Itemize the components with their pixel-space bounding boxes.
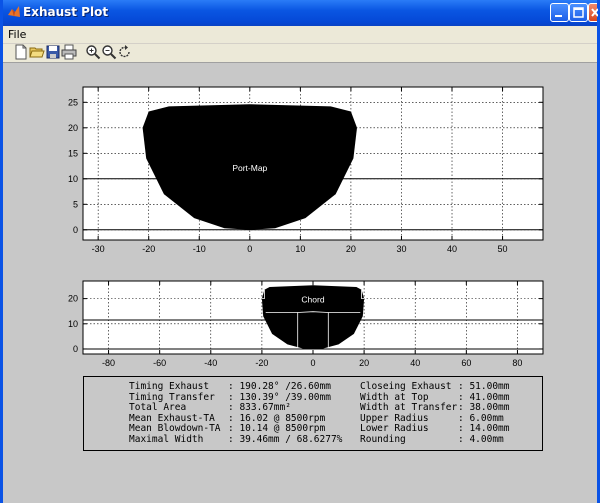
- title-bar[interactable]: Exhaust Plot: [3, 0, 599, 26]
- plots-canvas: Port-Map -30 -20 -10 0 10 20 30 40 50 0 5 10 15 20 25 Ch…: [68, 86, 544, 368]
- y-tick-label: 0: [73, 344, 78, 354]
- info-value: : 51.00mm: [458, 381, 510, 392]
- info-left-labels: Timing Exhaust Timing Transfer Total Are…: [129, 381, 221, 446]
- x-tick-label: 20: [346, 244, 356, 254]
- app-window: Exhaust Plot File Port-Map -30 -20 -10 0 10 20…: [0, 0, 600, 503]
- info-right-labels: Closeing Exhaust Width at Top Width at T…: [360, 381, 457, 446]
- x-tick-label: 40: [447, 244, 457, 254]
- x-tick-label: 20: [359, 358, 369, 368]
- x-tick-label: 0: [247, 244, 252, 254]
- maximize-button[interactable]: [569, 3, 588, 22]
- info-right-values: : 51.00mm : 41.00mm : 38.00mm : 6.00mm :…: [458, 381, 510, 446]
- info-label: Timing Exhaust: [129, 381, 210, 392]
- y-tick-label: 20: [68, 123, 78, 133]
- y-tick-label: 15: [68, 148, 78, 158]
- info-value: : 39.46mm / 68.6277%: [228, 433, 343, 445]
- x-tick-label: -80: [102, 358, 115, 368]
- x-tick-label: 80: [512, 358, 522, 368]
- info-label: Rounding: [360, 433, 406, 445]
- window-title: Exhaust Plot: [23, 5, 109, 19]
- zoom-out-icon[interactable]: [101, 44, 117, 60]
- chord-label: Chord: [301, 294, 324, 304]
- x-tick-label: 60: [461, 358, 471, 368]
- x-tick-label: -20: [255, 358, 268, 368]
- info-value: : 190.28° /26.60mm: [228, 381, 331, 392]
- y-tick-label: 10: [68, 174, 78, 184]
- x-tick-label: 10: [295, 244, 305, 254]
- minimize-icon: [555, 15, 562, 17]
- x-tick-label: -10: [193, 244, 206, 254]
- toolbar: [3, 44, 597, 63]
- y-tick-label: 10: [68, 319, 78, 329]
- y-tick-label: 25: [68, 97, 78, 107]
- x-tick-label: 0: [310, 358, 315, 368]
- info-panel: Timing Exhaust Timing Transfer Total Are…: [83, 376, 543, 451]
- x-tick-label: 30: [396, 244, 406, 254]
- close-button[interactable]: [588, 3, 599, 22]
- close-icon: [591, 8, 599, 17]
- port-map-label: Port-Map: [232, 163, 267, 173]
- open-icon[interactable]: [29, 44, 45, 60]
- figure-area: Port-Map -30 -20 -10 0 10 20 30 40 50 0 5 10 15 20 25 Ch…: [3, 63, 597, 503]
- zoom-in-icon[interactable]: [85, 44, 101, 60]
- x-tick-label: -60: [153, 358, 166, 368]
- minimize-button[interactable]: [550, 3, 569, 22]
- info-label: Maximal Width: [129, 433, 204, 445]
- x-tick-label: -30: [92, 244, 105, 254]
- save-icon[interactable]: [45, 44, 61, 60]
- x-tick-label: -20: [142, 244, 155, 254]
- menu-file[interactable]: File: [8, 28, 26, 41]
- info-value: : 4.00mm: [458, 433, 504, 445]
- x-tick-label: -40: [204, 358, 217, 368]
- x-tick-label: 50: [498, 244, 508, 254]
- y-tick-label: 5: [73, 199, 78, 209]
- new-icon[interactable]: [13, 44, 29, 60]
- print-icon[interactable]: [61, 44, 77, 60]
- info-label: Closeing Exhaust: [360, 381, 452, 392]
- x-tick-label: 40: [410, 358, 420, 368]
- info-left-values: : 190.28° /26.60mm : 130.39° /39.00mm : …: [228, 381, 343, 446]
- y-tick-label: 0: [73, 225, 78, 235]
- y-tick-label: 20: [68, 294, 78, 304]
- menu-bar: File: [3, 26, 597, 44]
- maximize-icon: [573, 7, 584, 18]
- matlab-icon: [8, 6, 20, 17]
- rotate-icon[interactable]: [117, 44, 133, 60]
